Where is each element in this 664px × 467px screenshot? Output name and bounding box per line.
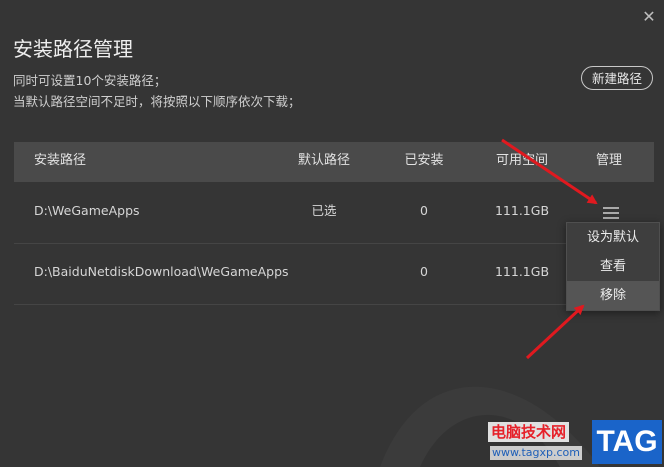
table-header: 安装路径 默认路径 已安装 可用空间 管理 xyxy=(14,142,654,182)
manage-popup-menu: 设为默认 查看 移除 xyxy=(566,222,660,311)
menu-item-remove[interactable]: 移除 xyxy=(567,281,659,310)
header-default: 默认路径 xyxy=(297,153,350,168)
watermark: 电脑技术网 www.tagxp.com TAG xyxy=(486,418,664,467)
close-icon: ✕ xyxy=(642,7,656,26)
header-space: 可用空间 xyxy=(495,153,548,168)
watermark-tag-logo: TAG xyxy=(592,420,662,464)
watermark-url: www.tagxp.com xyxy=(490,446,582,460)
header-manage: 管理 xyxy=(595,153,622,168)
description-line-2: 当默认路径空间不足时，将按照以下顺序依次下载； xyxy=(13,94,301,109)
install-path-dialog: ✕ 安装路径管理 同时可设置10个安装路径； 当默认路径空间不足时，将按照以下顺… xyxy=(0,0,664,467)
row-space: 111.1GB xyxy=(494,203,550,218)
header-installed: 已安装 xyxy=(404,153,444,168)
arrow-to-remove-item xyxy=(525,304,585,360)
row-installed: 0 xyxy=(420,203,428,218)
menu-item-view[interactable]: 查看 xyxy=(567,252,659,281)
table-row[interactable]: D:\WeGameApps 已选 0 111.1GB xyxy=(14,182,654,244)
table-row[interactable]: D:\BaiduNetdiskDownload\WeGameApps 0 111… xyxy=(14,243,654,305)
close-button[interactable]: ✕ xyxy=(638,6,660,28)
row-default xyxy=(294,243,354,304)
row-default: 已选 xyxy=(311,203,337,218)
watermark-cn-text: 电脑技术网 xyxy=(488,422,570,442)
description-line-1: 同时可设置10个安装路径； xyxy=(13,73,167,88)
row-path: D:\WeGameApps xyxy=(34,203,140,218)
install-path-table: 安装路径 默认路径 已安装 可用空间 管理 D:\WeGameApps 已选 0… xyxy=(14,142,654,305)
new-path-button[interactable]: 新建路径 xyxy=(581,66,653,90)
row-space: 111.1GB xyxy=(494,264,550,279)
dialog-title: 安装路径管理 xyxy=(13,37,133,61)
hamburger-menu-icon[interactable] xyxy=(603,207,619,219)
row-installed: 0 xyxy=(420,264,428,279)
header-path: 安装路径 xyxy=(34,153,87,168)
menu-item-set-default[interactable]: 设为默认 xyxy=(567,223,659,252)
row-path: D:\BaiduNetdiskDownload\WeGameApps xyxy=(34,264,289,279)
